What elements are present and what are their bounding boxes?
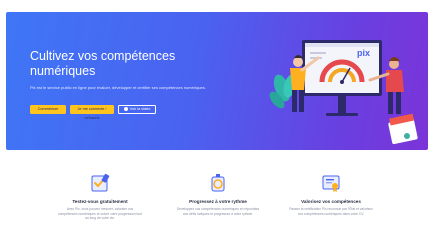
features-section: Testez-vous gratuitement Avec Pix, vous … <box>0 150 434 248</box>
checklist-icon <box>91 173 110 192</box>
note-card-icon <box>388 113 418 145</box>
video-button[interactable]: Voir la vidéo <box>118 105 156 114</box>
start-button[interactable]: Commencer <box>30 105 66 114</box>
feature-card-certify: Valorisez vos compétences Passez la cert… <box>276 172 386 216</box>
certificate-icon <box>322 175 340 192</box>
hero-title: Cultivez vos compétences numériques <box>30 49 176 78</box>
feature-description: Avec Pix, vous pouvez mesurer, valoriser… <box>58 207 142 221</box>
feature-card-test: Testez-vous gratuitement Avec Pix, vous … <box>45 172 155 221</box>
feature-title: Testez-vous gratuitement <box>72 199 128 204</box>
hero-illustration: pix <box>269 40 418 145</box>
feature-card-progress: Progressez à votre rythme Développez vos… <box>163 172 273 216</box>
progress-icon <box>211 174 225 192</box>
pix-logo: pix <box>357 48 370 58</box>
play-icon <box>123 106 128 111</box>
feature-description: Passez la certification Pix reconnue par… <box>289 207 373 216</box>
video-button-label: Voir la vidéo <box>129 107 151 111</box>
feature-description: Développez vos compétences numériques en… <box>176 207 260 216</box>
feature-title: Valorisez vos compétences <box>301 199 361 204</box>
hero-banner: Cultivez vos compétences numériques Pix … <box>6 12 428 150</box>
feature-title: Progressez à votre rythme <box>189 199 247 204</box>
login-button[interactable]: Je me connecte / m’inscris <box>70 105 114 120</box>
hero-subtitle: Pix est le service public en ligne pour … <box>30 85 206 90</box>
